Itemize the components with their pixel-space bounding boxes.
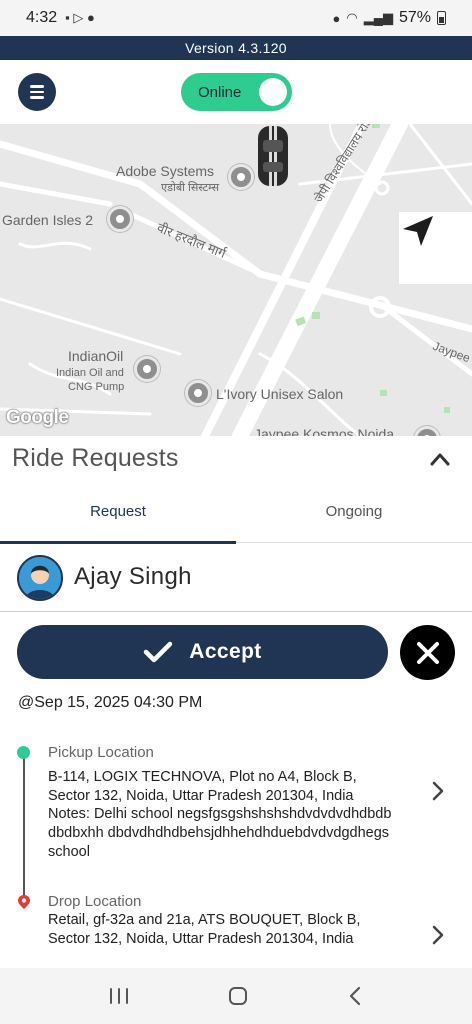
poi-pin[interactable]: [228, 164, 254, 190]
recent-apps-icon[interactable]: [108, 987, 130, 1005]
battery-percent: 57%: [398, 9, 431, 26]
close-icon: [416, 641, 439, 664]
fuel-pin[interactable]: [134, 356, 160, 382]
wifi-icon: ◠: [346, 10, 358, 25]
accept-label: Accept: [189, 640, 262, 663]
system-nav-bar: [0, 968, 472, 1024]
home-icon[interactable]: [227, 985, 249, 1007]
top-bar: Online: [0, 60, 472, 124]
notes-label: Notes:: [48, 806, 90, 823]
route-line: [23, 753, 25, 899]
map-label-indianoil-sub-1: Indian Oil and: [56, 367, 124, 379]
status-bar: 4:32 ▪ ▷ ● ● ◠ ▂▄▆ 57%: [0, 0, 472, 36]
drop-pin-icon: [18, 895, 30, 909]
map-label-adobe-hindi: एडोबी सिस्टम्स: [161, 182, 220, 194]
chevron-up-icon[interactable]: [430, 450, 450, 470]
poi-pin[interactable]: [107, 206, 133, 232]
tab-request[interactable]: Request: [0, 488, 236, 544]
version-banner: Version 4.3.120: [0, 36, 472, 60]
accept-button[interactable]: Accept: [17, 625, 388, 679]
map-view[interactable]: Adobe Systems एडोबी सिस्टम्स Garden Isle…: [0, 124, 472, 436]
status-time: 4:32: [26, 9, 58, 26]
navigation-arrow-icon: [403, 216, 433, 246]
checkmark-icon: [144, 641, 173, 663]
chevron-right-icon[interactable]: [430, 924, 446, 946]
car-marker: [258, 126, 288, 186]
online-label: Online: [198, 83, 242, 101]
poi-pin[interactable]: [185, 380, 211, 406]
online-toggle[interactable]: Online: [181, 73, 292, 111]
toggle-knob: [259, 78, 287, 106]
pickup-address[interactable]: B-114, LOGIX TECHNOVA, Plot no A4, Block…: [48, 768, 398, 862]
rider-name: Ajay Singh: [74, 563, 192, 590]
avatar: [17, 555, 63, 601]
back-icon[interactable]: [346, 985, 364, 1007]
map-label-indianoil: IndianOil: [68, 348, 124, 364]
tab-ongoing[interactable]: Ongoing: [236, 488, 472, 544]
drop-label: Drop Location: [48, 893, 142, 910]
ride-datetime: @Sep 15, 2025 04:30 PM: [18, 694, 203, 711]
map-label-garden-isles: Garden Isles 2: [2, 212, 94, 228]
map-label-jaypee-kosmos: Jaypee Kosmos Noida: [254, 426, 395, 436]
drop-address[interactable]: Retail, gf-32a and 21a, ATS BOUQUET, Blo…: [48, 911, 398, 948]
map-label-indianoil-sub-2: CNG Pump: [68, 381, 125, 393]
battery-icon: [437, 11, 446, 25]
ride-requests-header: Ride Requests: [0, 436, 472, 484]
menu-button[interactable]: [18, 73, 56, 111]
map-label-salon: L'Ivory Unisex Salon: [216, 386, 344, 402]
location-icon: ●: [332, 10, 341, 26]
ride-tabs: Request Ongoing: [0, 488, 472, 544]
pickup-label: Pickup Location: [48, 744, 154, 761]
notification-icon: ▪ ▷ ●: [65, 10, 95, 25]
pickup-dot-icon: [17, 746, 30, 759]
map-label-adobe: Adobe Systems: [116, 163, 215, 179]
rider-row: Ajay Singh: [0, 552, 472, 612]
reject-button[interactable]: [400, 625, 455, 680]
google-logo: Google: [6, 407, 69, 428]
pickup-address-text: B-114, LOGIX TECHNOVA, Plot no A4, Block…: [48, 769, 357, 804]
tabs-divider: [236, 542, 472, 543]
menu-icon: [30, 85, 44, 88]
user-avatar-icon: [19, 557, 61, 599]
ride-requests-title: Ride Requests: [12, 444, 179, 472]
chevron-right-icon[interactable]: [430, 780, 446, 802]
pickup-notes: Delhi school negsfgsgshshshshdvdvdvdhdbd…: [48, 806, 392, 860]
recenter-button[interactable]: [399, 212, 472, 284]
signal-icon: ▂▄▆: [363, 10, 393, 25]
